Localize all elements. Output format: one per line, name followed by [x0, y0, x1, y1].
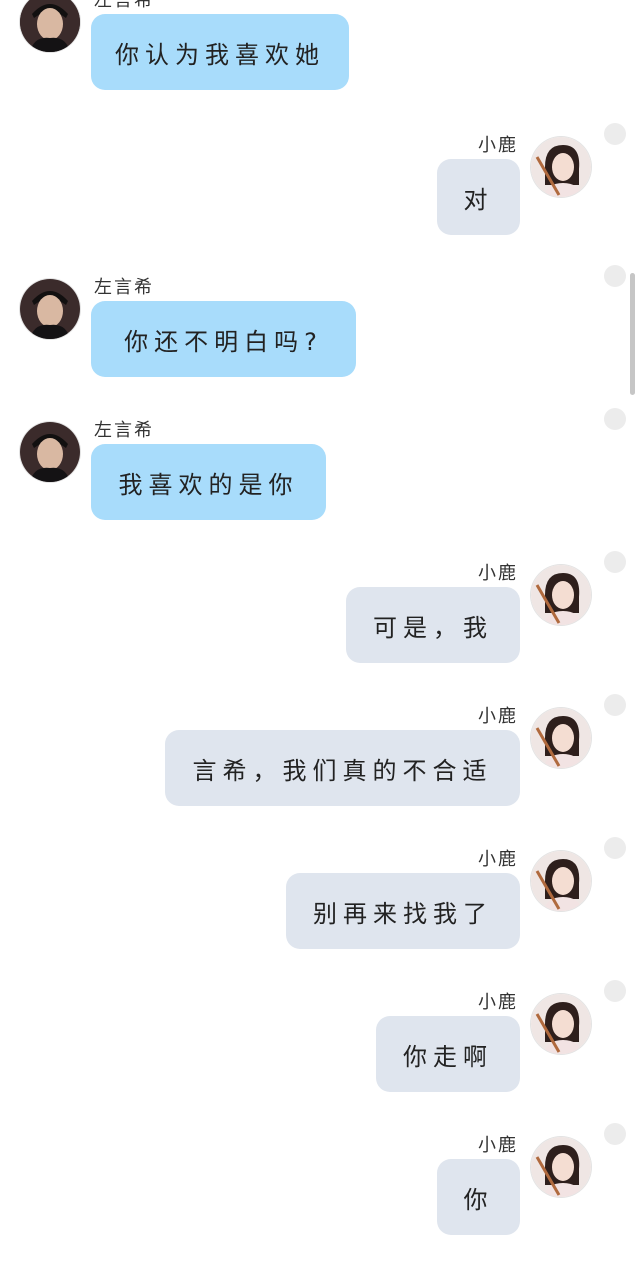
message-bubble[interactable]: 你走啊: [376, 1016, 520, 1092]
message-bubble[interactable]: 可是，我: [346, 587, 520, 663]
select-dot[interactable]: [604, 265, 626, 287]
female-avatar[interactable]: [531, 1137, 591, 1197]
message-bubble[interactable]: 你: [437, 1159, 520, 1235]
message-bubble[interactable]: 你认为我喜欢她: [91, 14, 349, 90]
female-avatar[interactable]: [531, 708, 591, 768]
message-bubble[interactable]: 你还不明白吗?: [91, 301, 356, 377]
select-dot[interactable]: [604, 980, 626, 1002]
male-avatar[interactable]: [20, 279, 80, 339]
female-avatar[interactable]: [531, 565, 591, 625]
select-dot[interactable]: [604, 1123, 626, 1145]
sender-name: 小鹿: [478, 563, 518, 584]
sender-name: 左言希: [94, 277, 154, 298]
sender-name: 小鹿: [478, 135, 518, 156]
sender-name: 小鹿: [478, 849, 518, 870]
male-avatar[interactable]: [20, 0, 80, 52]
female-avatar[interactable]: [531, 851, 591, 911]
sender-name: 小鹿: [478, 1135, 518, 1156]
select-dot[interactable]: [604, 123, 626, 145]
scrollbar[interactable]: [630, 273, 635, 395]
message-bubble[interactable]: 我喜欢的是你: [91, 444, 326, 520]
male-avatar[interactable]: [20, 422, 80, 482]
sender-name: 小鹿: [478, 992, 518, 1013]
select-dot[interactable]: [604, 408, 626, 430]
female-avatar[interactable]: [531, 994, 591, 1054]
select-dot[interactable]: [604, 551, 626, 573]
message-bubble[interactable]: 别再来找我了: [286, 873, 520, 949]
sender-name: 左言希: [94, 0, 154, 11]
sender-name: 左言希: [94, 420, 154, 441]
sender-name: 小鹿: [478, 706, 518, 727]
message-bubble[interactable]: 言希，我们真的不合适: [165, 730, 520, 806]
select-dot[interactable]: [604, 837, 626, 859]
message-bubble[interactable]: 对: [437, 159, 520, 235]
select-dot[interactable]: [604, 694, 626, 716]
female-avatar[interactable]: [531, 137, 591, 197]
